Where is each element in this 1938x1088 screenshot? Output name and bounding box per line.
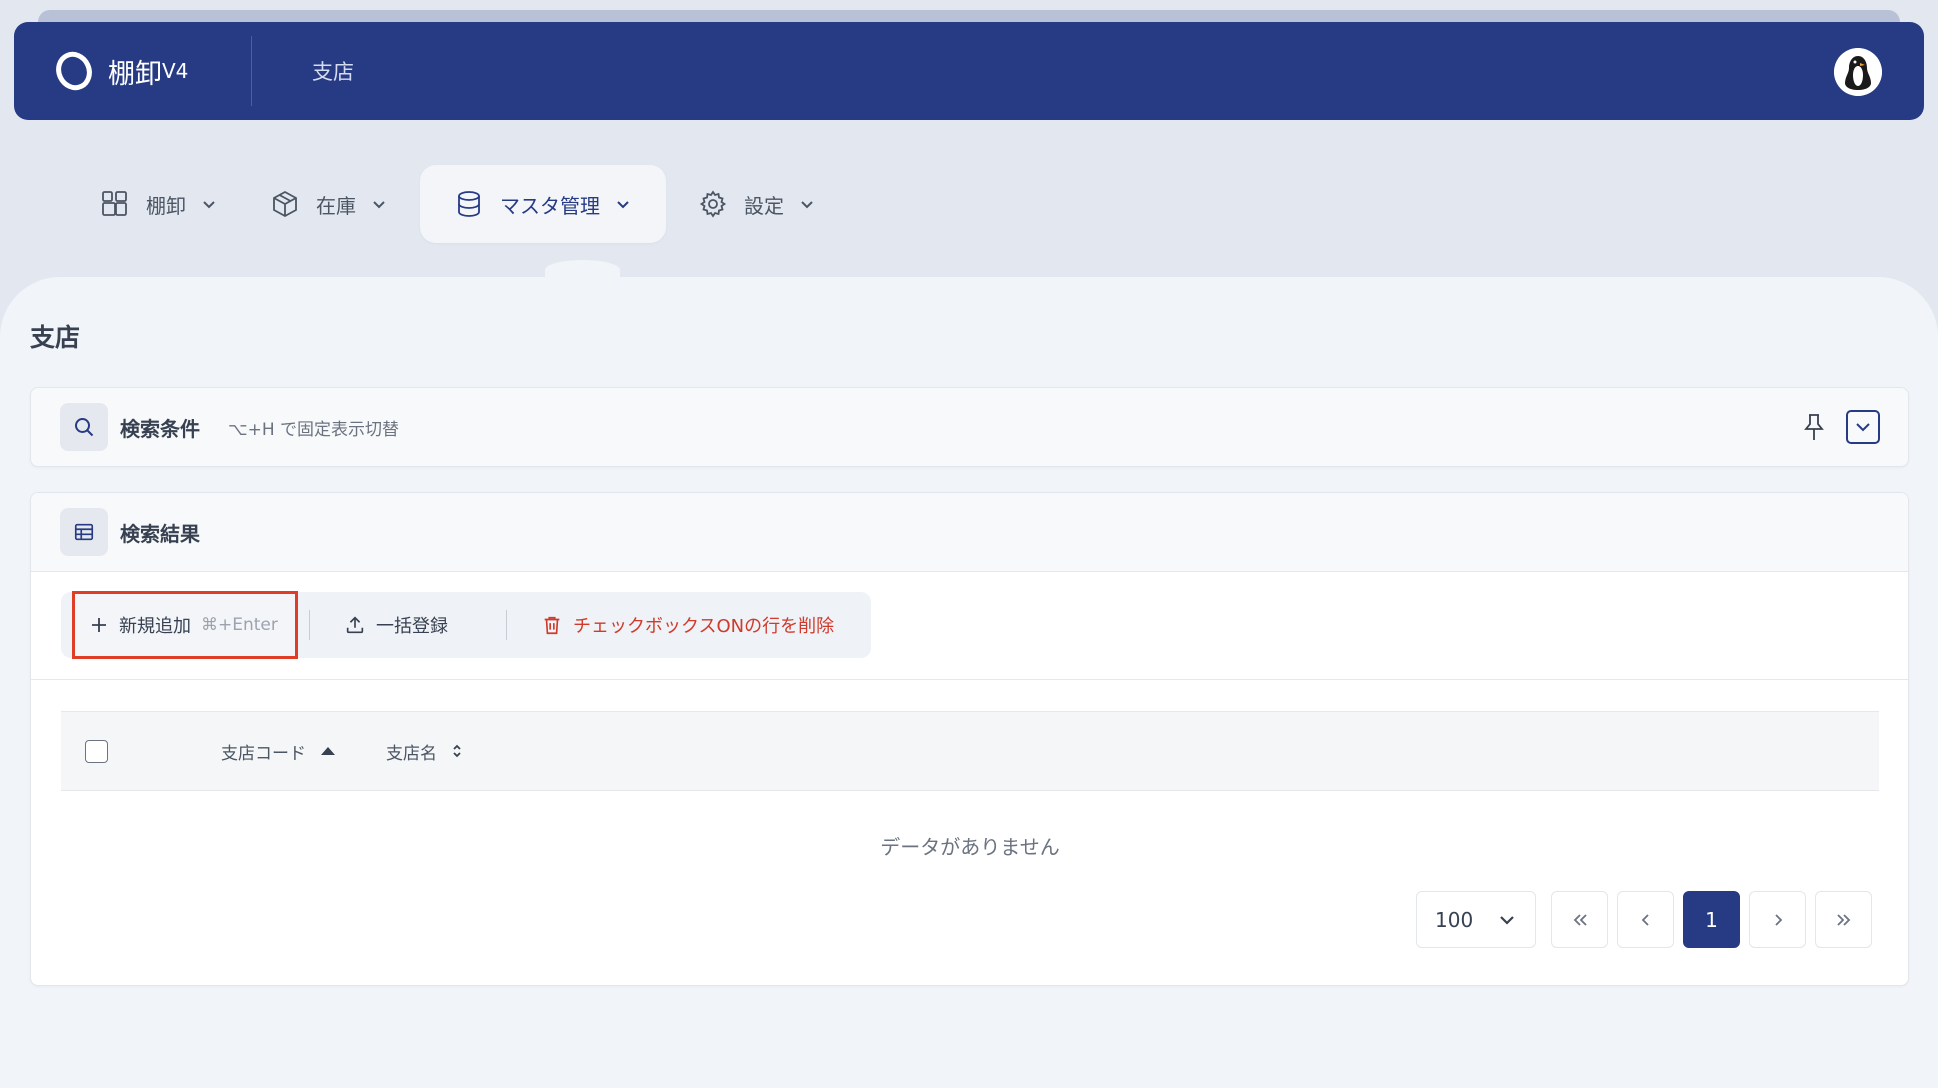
search-panel: 検索条件 ⌥+H で固定表示切替	[30, 387, 1909, 467]
page-button-current[interactable]: 1	[1683, 891, 1740, 948]
sort-both-icon	[453, 744, 461, 758]
search-panel-icon-box[interactable]	[60, 403, 108, 451]
chevron-down-icon	[617, 201, 629, 209]
pagination: 100 1	[1416, 891, 1872, 948]
app-logo-icon	[56, 51, 92, 91]
user-avatar[interactable]	[1834, 48, 1882, 96]
nav-label: マスタ管理	[500, 193, 600, 218]
database-icon	[458, 191, 480, 217]
nav-label: 棚卸	[146, 193, 186, 218]
table-header: 支店コード 支店名	[61, 711, 1879, 791]
search-panel-hint: ⌥+H で固定表示切替	[228, 419, 400, 440]
delete-checked-label: チェックボックスONの行を削除	[573, 616, 835, 637]
add-new-label: 新規追加	[119, 616, 191, 637]
results-toolbar: 新規追加 ⌘+Enter 一括登録 チェックボックスONの行を削除	[61, 591, 871, 659]
upload-icon	[346, 616, 364, 634]
toolbar-divider	[309, 610, 310, 640]
current-page-number: 1	[1705, 907, 1718, 932]
select-all-checkbox[interactable]	[85, 739, 108, 763]
chevron-left-icon	[1641, 913, 1649, 926]
page-size-select[interactable]: 100	[1416, 891, 1536, 948]
chevrons-right-icon	[1836, 913, 1850, 926]
app-name: 棚卸	[108, 58, 162, 90]
first-page-button[interactable]	[1551, 891, 1608, 948]
nav-active-notch	[545, 260, 620, 280]
chevrons-left-icon	[1573, 913, 1587, 926]
bulk-register-label: 一括登録	[376, 616, 448, 637]
page-title: 支店	[30, 323, 81, 352]
results-header: 検索結果	[31, 493, 1908, 572]
results-title: 検索結果	[120, 521, 200, 546]
column-label: 支店名	[386, 743, 437, 764]
nav-item-settings[interactable]: 設定	[678, 165, 836, 243]
results-toolbar-area: 新規追加 ⌘+Enter 一括登録 チェックボックスONの行を削除	[31, 572, 1908, 680]
empty-state-text: データがありません	[880, 835, 1060, 859]
add-new-button[interactable]: 新規追加 ⌘+Enter	[72, 591, 298, 659]
brand[interactable]: 棚卸 V4	[14, 36, 252, 106]
nav-item-tanaoroshi[interactable]: 棚卸	[80, 165, 238, 243]
table-icon	[74, 523, 94, 541]
gear-icon	[699, 190, 727, 218]
column-label: 支店コード	[221, 743, 306, 764]
last-page-button[interactable]	[1815, 891, 1872, 948]
main-nav: 棚卸 在庫 マスタ管理 設定	[80, 165, 848, 243]
grid-plus-icon	[102, 191, 127, 216]
column-header-branch-name[interactable]: 支店名	[386, 739, 467, 764]
delete-checked-button[interactable]: チェックボックスONの行を削除	[541, 592, 834, 658]
pin-icon	[1804, 414, 1824, 440]
nav-item-zaiko[interactable]: 在庫	[250, 165, 408, 243]
results-panel: 検索結果 新規追加 ⌘+Enter 一括登録 チェックボックスONの行を削除 支…	[30, 492, 1909, 986]
toolbar-divider	[506, 610, 507, 640]
chevron-down-icon	[203, 201, 215, 209]
plus-icon	[92, 618, 106, 632]
search-icon	[75, 418, 94, 437]
trash-icon	[544, 616, 560, 635]
nav-item-master[interactable]: マスタ管理	[420, 165, 666, 243]
chevron-down-icon	[1500, 915, 1514, 925]
add-new-shortcut: ⌘+Enter	[201, 615, 278, 635]
bulk-register-button[interactable]: 一括登録	[344, 592, 448, 658]
chevron-right-icon	[1774, 913, 1782, 926]
prev-page-button[interactable]	[1617, 891, 1674, 948]
sort-asc-icon	[321, 747, 335, 755]
next-page-button[interactable]	[1749, 891, 1806, 948]
nav-label: 在庫	[316, 193, 356, 218]
box-icon	[273, 190, 297, 218]
expand-toggle-button[interactable]	[1846, 410, 1880, 444]
results-icon-box	[60, 508, 108, 556]
app-version: V4	[162, 59, 189, 83]
nav-label: 設定	[744, 193, 784, 218]
header-page-name: 支店	[312, 60, 354, 84]
penguin-avatar-icon	[1834, 48, 1882, 96]
search-panel-title: 検索条件	[120, 416, 200, 441]
chevron-down-icon	[373, 201, 385, 209]
chevron-down-icon	[1856, 423, 1870, 432]
results-table: 支店コード 支店名 データがありません	[61, 711, 1879, 860]
pin-button[interactable]	[1800, 412, 1828, 446]
chevron-down-icon	[801, 201, 813, 209]
page-size-value: 100	[1435, 907, 1474, 932]
column-header-branch-code[interactable]: 支店コード	[221, 739, 338, 764]
app-header: 棚卸 V4 支店	[14, 22, 1924, 120]
